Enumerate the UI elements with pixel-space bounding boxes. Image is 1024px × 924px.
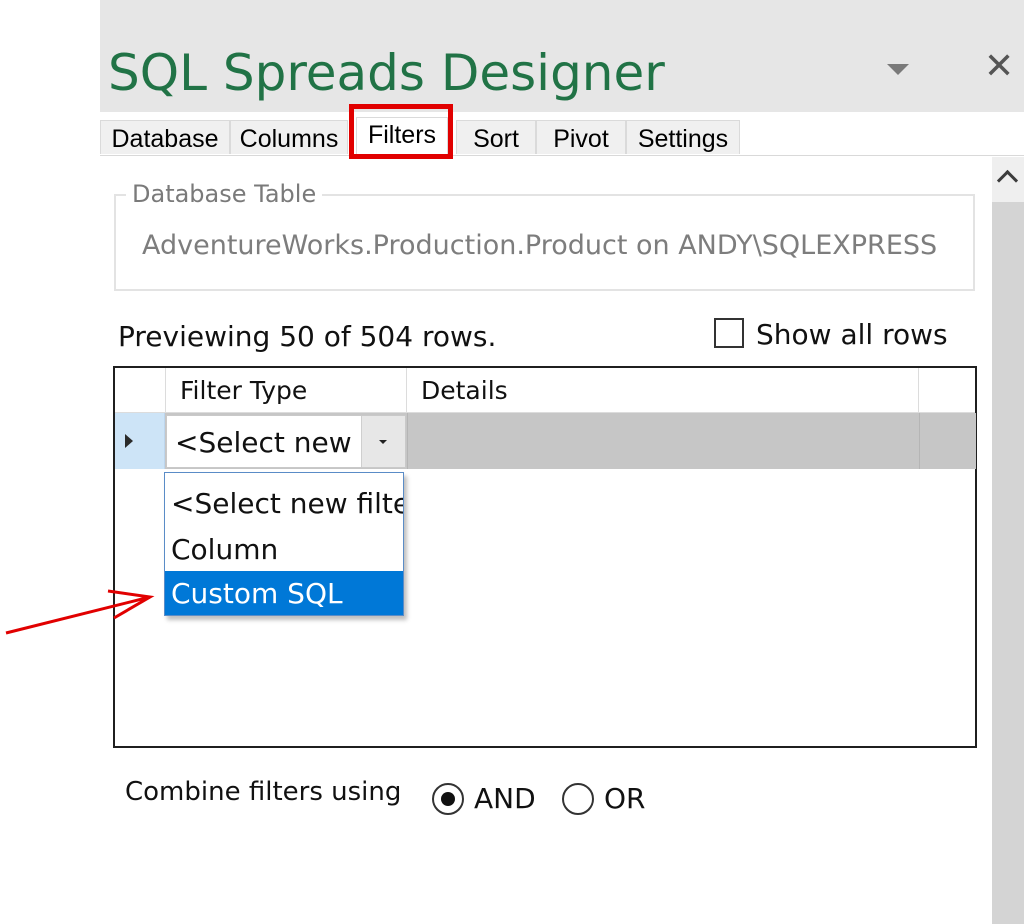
row-pointer-icon — [125, 434, 133, 448]
grid-header: Filter Type Details — [115, 368, 975, 413]
show-all-rows-checkbox[interactable] — [714, 318, 744, 348]
chevron-up-icon — [996, 169, 1019, 192]
filters-tab-highlight — [349, 104, 453, 159]
tab-settings[interactable]: Settings — [626, 120, 740, 154]
chevron-down-icon[interactable] — [887, 64, 909, 75]
database-table-legend: Database Table — [126, 180, 323, 208]
tab-columns[interactable]: Columns — [230, 120, 348, 154]
or-radio-button[interactable] — [562, 783, 594, 815]
left-gutter — [0, 0, 100, 924]
pane-title: SQL Spreads Designer — [108, 44, 665, 102]
filter-type-dropdown-list: <Select new filter> Column Custom SQL — [164, 472, 404, 616]
tab-strip: Database Columns Filters Sort Pivot Sett… — [100, 117, 1024, 156]
radio-selected-dot — [441, 792, 455, 806]
dropdown-option-custom-sql[interactable]: Custom SQL — [165, 571, 403, 615]
preview-status: Previewing 50 of 504 rows. — [118, 320, 497, 353]
filter-type-value: <Select new filter> — [175, 426, 359, 459]
show-all-rows-label[interactable]: Show all rows — [756, 318, 948, 351]
tab-sort[interactable]: Sort — [456, 120, 536, 154]
row-header-corner — [115, 368, 166, 412]
tab-database[interactable]: Database — [100, 120, 230, 154]
filter-type-combobox[interactable]: <Select new filter> — [166, 415, 406, 468]
dropdown-option-column[interactable]: Column — [165, 527, 403, 573]
combine-filters-label: Combine filters using — [125, 777, 402, 807]
combobox-dropdown-button[interactable] — [361, 416, 405, 467]
or-radio-label[interactable]: OR — [604, 782, 646, 815]
annotation-arrow-icon — [5, 589, 155, 635]
column-header-details[interactable]: Details — [407, 368, 919, 412]
vertical-scrollbar[interactable] — [992, 157, 1024, 924]
table-row[interactable]: <Select new filter> — [115, 413, 976, 469]
close-icon[interactable]: ✕ — [984, 46, 1014, 87]
pane-title-bar: SQL Spreads Designer ✕ — [100, 0, 1024, 112]
dropdown-option-select-new-filter[interactable]: <Select new filter> — [165, 481, 403, 527]
and-radio-label[interactable]: AND — [474, 782, 536, 815]
tab-pivot[interactable]: Pivot — [536, 120, 626, 154]
extra-cell — [919, 413, 976, 469]
and-radio-button[interactable] — [432, 783, 464, 815]
caret-down-icon — [379, 440, 387, 444]
column-header-extra — [919, 368, 975, 412]
row-selector[interactable] — [115, 413, 165, 469]
scroll-up-button[interactable] — [992, 157, 1024, 202]
details-cell[interactable] — [407, 413, 920, 469]
column-header-filter-type[interactable]: Filter Type — [166, 368, 407, 412]
database-table-value: AdventureWorks.Production.Product on AND… — [142, 230, 938, 261]
